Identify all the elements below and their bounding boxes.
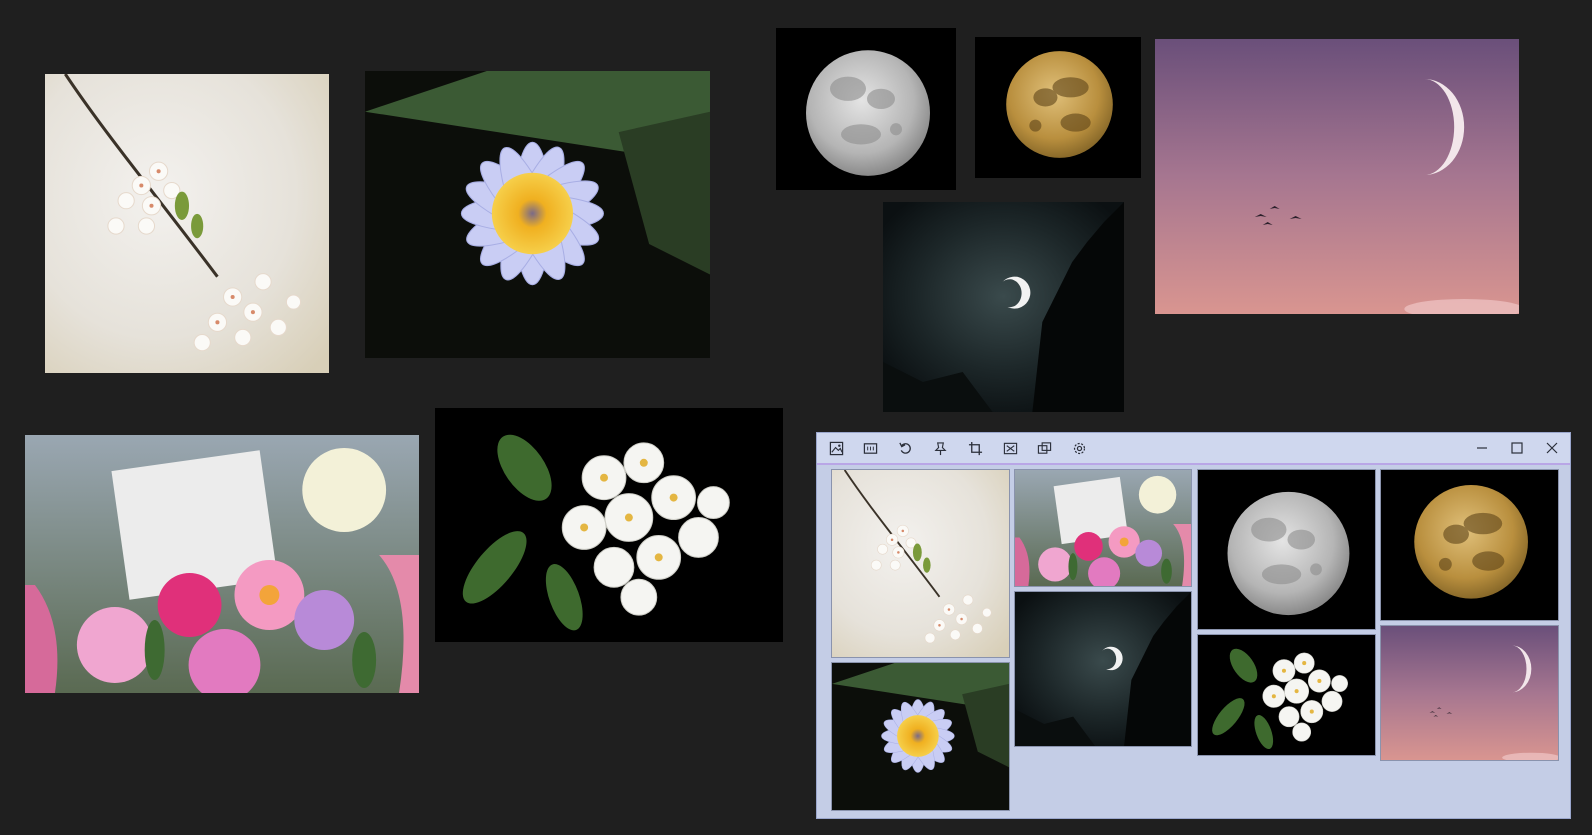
grid-photo-full-moon-gray[interactable] [1198, 470, 1375, 629]
collage-window [816, 432, 1571, 819]
grid-photo-white-blossoms[interactable] [1198, 635, 1375, 755]
grid-photo-full-moon-gold[interactable] [1381, 470, 1558, 620]
minimize-icon[interactable] [1468, 436, 1496, 460]
grid-photo-cherry-blossom[interactable] [832, 470, 1009, 657]
grid-photo-water-lily[interactable] [832, 663, 1009, 810]
grid-photo-dusk-sky-crescent[interactable] [1381, 626, 1558, 760]
maximize-icon[interactable] [1503, 436, 1531, 460]
undo-icon[interactable] [896, 439, 914, 457]
grid-icon[interactable] [861, 439, 879, 457]
photo-cherry-blossom[interactable] [45, 74, 329, 373]
crop-icon[interactable] [966, 439, 984, 457]
image-icon[interactable] [827, 439, 845, 457]
photo-dusk-sky-crescent[interactable] [1155, 39, 1519, 314]
close-icon[interactable] [1538, 436, 1566, 460]
toolbar [817, 433, 1570, 465]
grid-photo-night-crescent-forest[interactable] [1015, 592, 1191, 746]
shuffle-icon[interactable] [1001, 439, 1019, 457]
photo-flower-bouquet[interactable] [25, 435, 419, 693]
photo-night-crescent-forest[interactable] [883, 202, 1124, 412]
photo-full-moon-gold[interactable] [975, 37, 1141, 178]
duplicate-icon[interactable] [1035, 439, 1053, 457]
photo-full-moon-gray[interactable] [776, 28, 956, 190]
pin-icon[interactable] [931, 439, 949, 457]
photo-white-blossoms[interactable] [435, 408, 783, 642]
settings-icon[interactable] [1070, 439, 1088, 457]
photo-water-lily[interactable] [365, 71, 710, 358]
grid-photo-flower-bouquet[interactable] [1015, 470, 1191, 586]
